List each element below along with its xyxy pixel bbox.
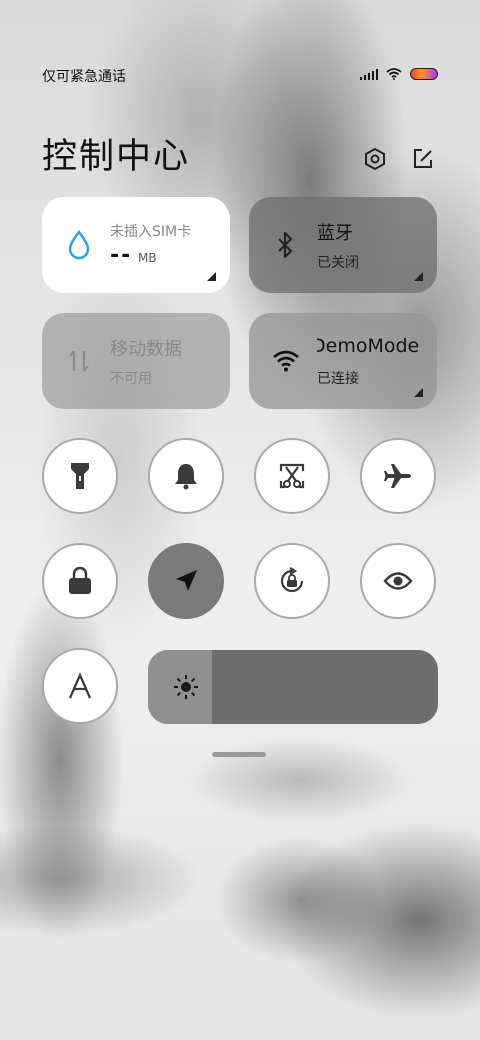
- letter-a-icon: [68, 672, 92, 699]
- sim-data-tile[interactable]: 未插入SIM卡 -- MB: [42, 197, 230, 293]
- flashlight-toggle[interactable]: [42, 438, 118, 514]
- edit-icon[interactable]: [410, 146, 436, 172]
- mobile-data-status: 不可用: [110, 371, 152, 387]
- data-usage-value: --: [110, 243, 133, 268]
- lock-screen-toggle[interactable]: [42, 543, 118, 619]
- header-actions: [362, 146, 436, 172]
- wifi-status: 已连接: [317, 371, 359, 387]
- bluetooth-label: 蓝牙: [317, 223, 353, 244]
- mobile-data-tile[interactable]: 移动数据 不可用: [42, 313, 230, 409]
- lock-icon: [69, 566, 91, 594]
- airplane-icon: [384, 464, 411, 488]
- bell-icon: [175, 464, 197, 490]
- wifi-tile[interactable]: DemoMode 已连接: [249, 313, 437, 409]
- reading-mode-toggle[interactable]: [360, 543, 436, 619]
- wifi-icon: [271, 346, 301, 376]
- flashlight-icon: [71, 463, 89, 489]
- mobile-data-label: 移动数据: [110, 339, 182, 360]
- sun-icon: [172, 673, 200, 701]
- wifi-status-icon: [386, 68, 402, 80]
- expand-corner-icon: [414, 272, 423, 281]
- sim-label: 未插入SIM卡: [110, 224, 192, 240]
- rotate-lock-icon: [280, 567, 304, 593]
- battery-icon: [410, 68, 438, 80]
- eye-icon: [383, 572, 413, 590]
- hexagon-settings-icon[interactable]: [362, 146, 388, 172]
- bluetooth-status: 已关闭: [317, 255, 359, 271]
- status-icons: [360, 68, 438, 80]
- data-usage-unit: MB: [138, 251, 157, 265]
- page-title: 控制中心: [42, 137, 191, 177]
- expand-corner-icon: [414, 388, 423, 397]
- location-toggle[interactable]: [148, 543, 224, 619]
- data-arrows-icon: [64, 346, 94, 376]
- brightness-slider[interactable]: [148, 650, 438, 724]
- wifi-network-name: DemoMode: [317, 335, 419, 357]
- location-arrow-icon: [176, 570, 197, 591]
- auto-brightness-toggle[interactable]: [42, 648, 118, 724]
- carrier-status: 仅可紧急通话: [42, 69, 126, 85]
- screenshot-toggle[interactable]: [254, 438, 330, 514]
- scissors-screenshot-icon: [279, 463, 305, 489]
- bluetooth-icon: [271, 230, 301, 260]
- airplane-toggle[interactable]: [360, 438, 436, 514]
- water-drop-icon: [64, 230, 94, 260]
- ringer-toggle[interactable]: [148, 438, 224, 514]
- signal-icon: [360, 68, 378, 80]
- drag-handle[interactable]: [212, 752, 266, 757]
- auto-rotate-toggle[interactable]: [254, 543, 330, 619]
- bluetooth-tile[interactable]: 蓝牙 已关闭: [249, 197, 437, 293]
- expand-corner-icon: [207, 272, 216, 281]
